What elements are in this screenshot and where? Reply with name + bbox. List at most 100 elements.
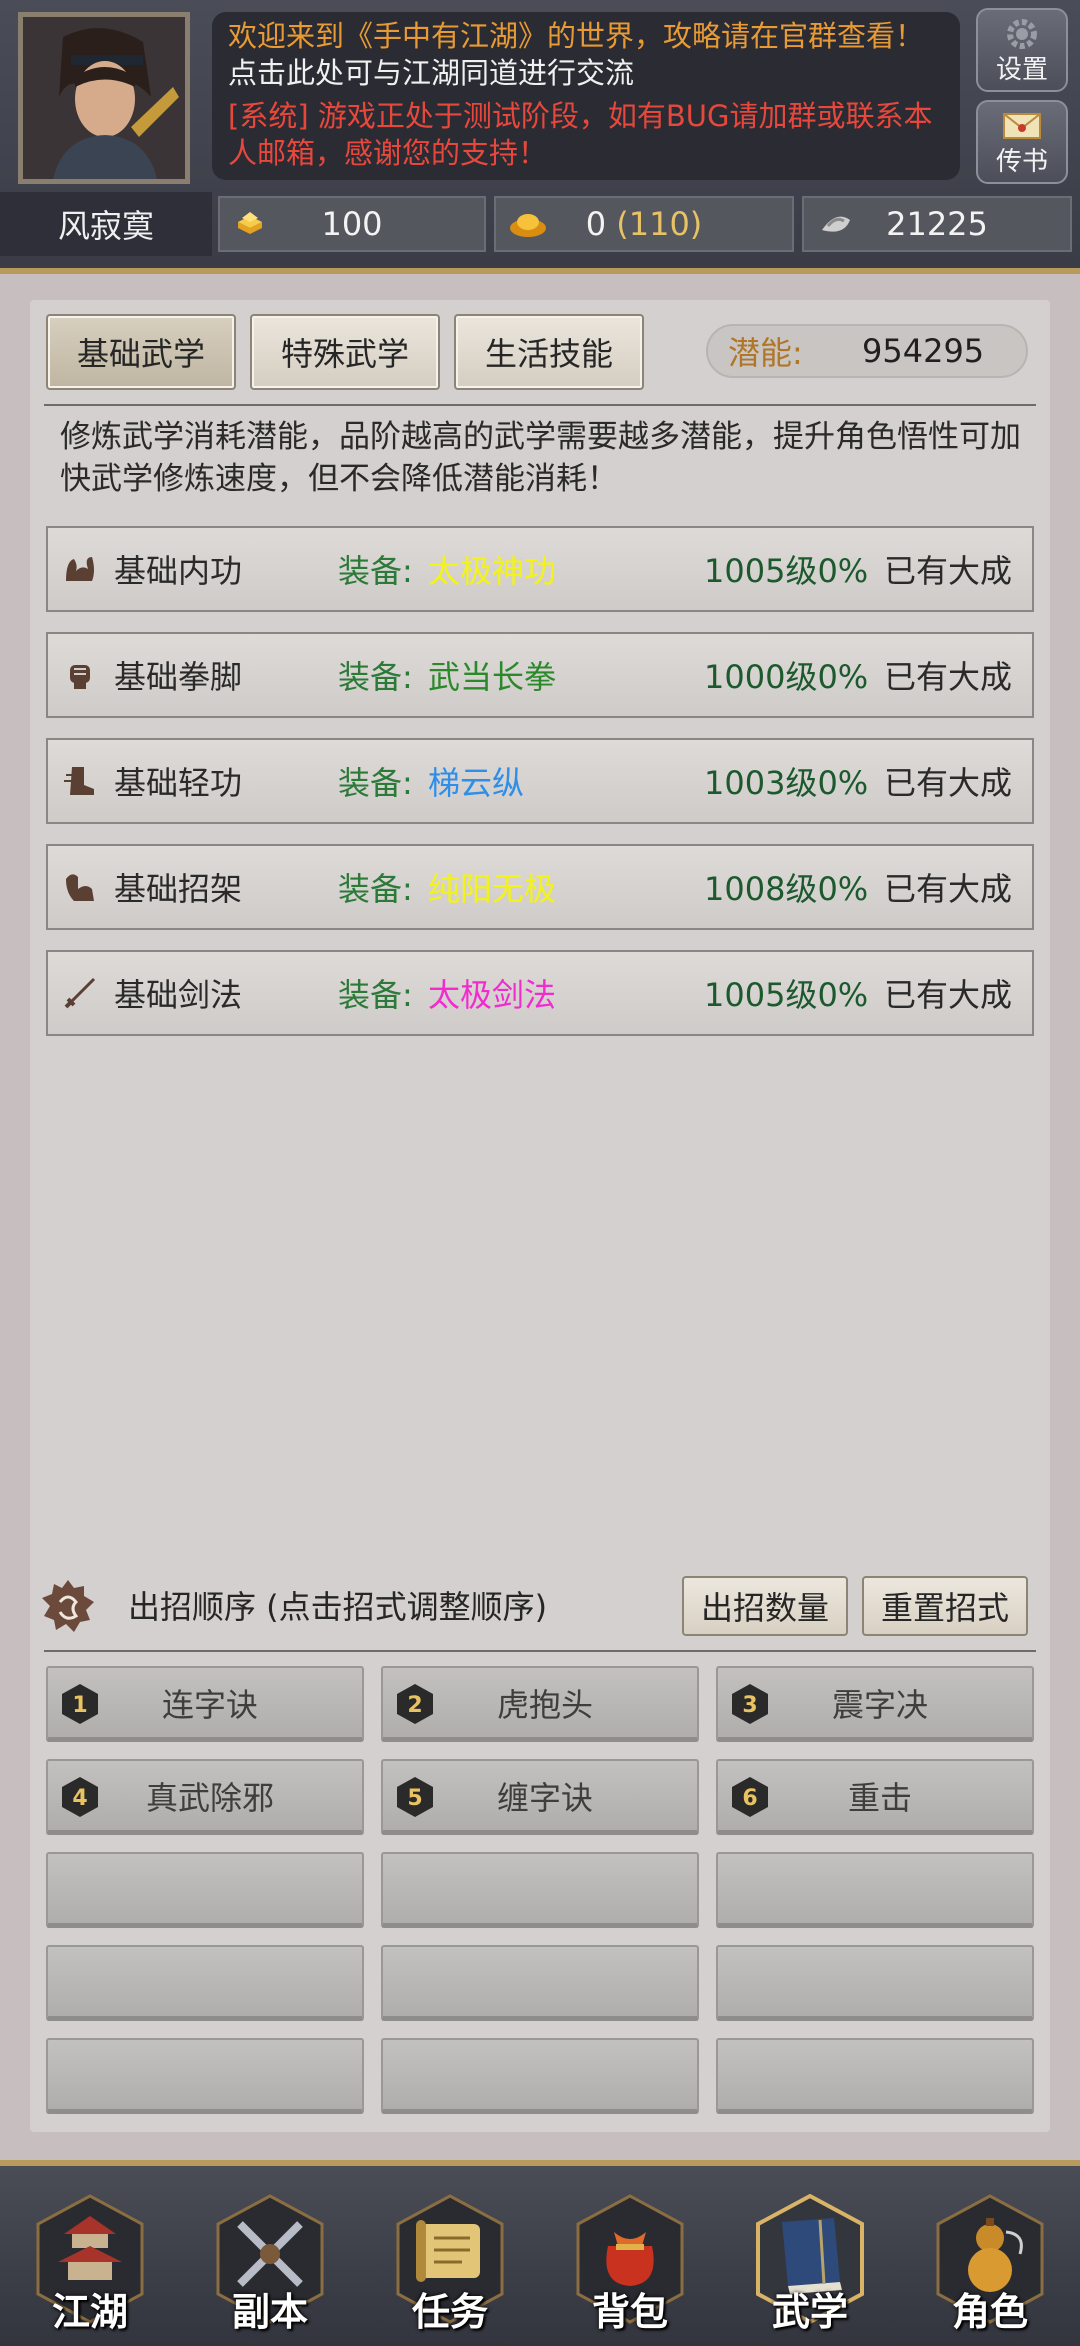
nav-label: 江湖 [51, 2290, 128, 2334]
gold-bars-icon [232, 206, 268, 250]
move-name: 震字决 [831, 1686, 928, 1724]
nav-jianghu[interactable]: 江湖 [30, 2194, 150, 2344]
skill-level: 1003级0% [704, 764, 869, 802]
silver-display[interactable]: 21225 [802, 196, 1072, 252]
tab-life-skills[interactable]: 生活技能 [454, 314, 644, 390]
skill-name: 基础轻功 [114, 764, 243, 802]
potential-label: 潜能: [728, 334, 803, 372]
ingot-display[interactable]: 0 (110) [494, 196, 794, 252]
muscle-icon [60, 528, 100, 610]
move-slot-6[interactable]: 6 重击 [716, 1759, 1034, 1835]
empty-move-slot[interactable] [46, 1945, 364, 2021]
settings-label: 设置 [995, 55, 1048, 85]
move-name: 连字诀 [161, 1686, 258, 1724]
nav-dungeon[interactable]: 副本 [210, 2194, 330, 2344]
move-order-icon [40, 1578, 96, 1634]
mail-label: 传书 [995, 147, 1048, 177]
nav-label: 角色 [951, 2290, 1028, 2334]
empty-move-slot[interactable] [716, 1945, 1034, 2021]
player-avatar[interactable] [18, 12, 190, 184]
skill-status: 已有大成 [884, 658, 1013, 696]
move-slot-1[interactable]: 1 连字诀 [46, 1666, 364, 1742]
nav-label: 背包 [591, 2290, 668, 2334]
empty-move-slot[interactable] [716, 2038, 1034, 2114]
ingot-value: 0 [585, 205, 607, 243]
skill-level: 1000级0% [704, 658, 869, 696]
empty-move-slot[interactable] [381, 2038, 699, 2114]
skill-name: 基础招架 [114, 870, 243, 908]
sword-icon [60, 952, 100, 1034]
bottom-nav: 江湖 副本 任务 背包 武学 角色 [0, 2160, 1080, 2346]
equipped-skill: 梯云纵 [428, 764, 525, 802]
skill-status: 已有大成 [884, 870, 1013, 908]
description-text: 修炼武学消耗潜能，品阶越高的武学需要越多潜能，提升角色悟性可加快武学修炼速度，但… [60, 419, 1021, 497]
nav-character[interactable]: 角色 [930, 2194, 1050, 2344]
notice-box[interactable]: 欢迎来到《手中有江湖》的世界，攻略请在官群查看！ 点击此处可与江湖同道进行交流 … [212, 12, 960, 180]
top-header: 欢迎来到《手中有江湖》的世界，攻略请在官群查看！ 点击此处可与江湖同道进行交流 … [0, 0, 1080, 274]
empty-move-slot[interactable] [381, 1945, 699, 2021]
skill-level: 1005级0% [704, 976, 869, 1014]
equip-label: 装备: [338, 658, 413, 696]
skill-row-sword[interactable]: 基础剑法 装备: 太极剑法 1005级0% 已有大成 [46, 950, 1034, 1036]
empty-move-slot[interactable] [46, 1852, 364, 1928]
equipped-skill: 太极剑法 [428, 976, 557, 1014]
equipped-skill: 太极神功 [428, 552, 557, 590]
move-slot-4[interactable]: 4 真武除邪 [46, 1759, 364, 1835]
martial-arts-panel: 基础武学 特殊武学 生活技能 潜能: 954295 修炼武学消耗潜能，品阶越高的… [30, 300, 1050, 2132]
skill-row-parry[interactable]: 基础招架 装备: 纯阳无极 1008级0% 已有大成 [46, 844, 1034, 930]
move-name: 缠字诀 [496, 1779, 593, 1817]
mail-button[interactable]: 传书 [976, 100, 1068, 184]
skill-row-fist[interactable]: 基础拳脚 装备: 武当长拳 1000级0% 已有大成 [46, 632, 1034, 718]
move-order-title: 出招顺序 (点击招式调整顺序) [128, 1588, 548, 1626]
block-icon [60, 846, 100, 928]
move-slot-5[interactable]: 5 缠字诀 [381, 1759, 699, 1835]
boot-icon [60, 740, 100, 822]
envelope-icon [978, 102, 1066, 146]
move-name: 虎抱头 [496, 1686, 593, 1724]
gear-icon [978, 10, 1066, 54]
nav-bag[interactable]: 背包 [570, 2194, 690, 2344]
nav-tasks[interactable]: 任务 [390, 2194, 510, 2344]
nav-label: 副本 [231, 2290, 308, 2334]
gold-ingot-icon [508, 206, 548, 248]
equip-label: 装备: [338, 764, 413, 802]
divider [44, 1650, 1036, 1652]
equip-label: 装备: [338, 552, 413, 590]
player-name: 风寂寞 [0, 192, 212, 256]
nav-martial-arts[interactable]: 武学 [750, 2193, 870, 2344]
empty-move-slot[interactable] [46, 2038, 364, 2114]
reset-moves-button[interactable]: 重置招式 [862, 1576, 1028, 1636]
tab-special-martial-arts[interactable]: 特殊武学 [250, 314, 440, 390]
equipped-skill: 纯阳无极 [428, 870, 557, 908]
equipped-skill: 武当长拳 [428, 658, 557, 696]
skill-name: 基础剑法 [114, 976, 243, 1014]
move-count-button[interactable]: 出招数量 [682, 1576, 848, 1636]
move-slot-3[interactable]: 3 震字决 [716, 1666, 1034, 1742]
skill-status: 已有大成 [884, 764, 1013, 802]
settings-button[interactable]: 设置 [976, 8, 1068, 92]
potential-value: 954295 [862, 332, 985, 370]
tab-basic-martial-arts[interactable]: 基础武学 [46, 314, 236, 390]
equip-label: 装备: [338, 870, 413, 908]
skill-status: 已有大成 [884, 976, 1013, 1014]
silver-ingot-icon [816, 206, 856, 248]
skill-name: 基础拳脚 [114, 658, 243, 696]
empty-move-slot[interactable] [716, 1852, 1034, 1928]
ingot-extra-value: (110) [616, 205, 703, 243]
empty-move-slot[interactable] [381, 1852, 699, 1928]
move-slot-2[interactable]: 2 虎抱头 [381, 1666, 699, 1742]
gold-bars-display[interactable]: 100 [218, 196, 486, 252]
skill-status: 已有大成 [884, 552, 1013, 590]
skill-row-lightness[interactable]: 基础轻功 装备: 梯云纵 1003级0% 已有大成 [46, 738, 1034, 824]
chat-link[interactable]: 点击此处可与江湖同道进行交流 [228, 55, 944, 92]
divider [44, 404, 1036, 406]
move-name: 重击 [847, 1779, 912, 1817]
system-notice: [系统] 游戏正处于测试阶段，如有BUG请加群或联系本人邮箱，感谢您的支持！ [228, 99, 933, 170]
skill-name: 基础内功 [114, 552, 243, 590]
welcome-notice: 欢迎来到《手中有江湖》的世界，攻略请在官群查看！ [228, 19, 925, 53]
equip-label: 装备: [338, 976, 413, 1014]
nav-label: 武学 [771, 2290, 848, 2334]
move-name: 真武除邪 [145, 1779, 274, 1817]
nav-label: 任务 [411, 2290, 488, 2334]
skill-row-internal[interactable]: 基础内功 装备: 太极神功 1005级0% 已有大成 [46, 526, 1034, 612]
